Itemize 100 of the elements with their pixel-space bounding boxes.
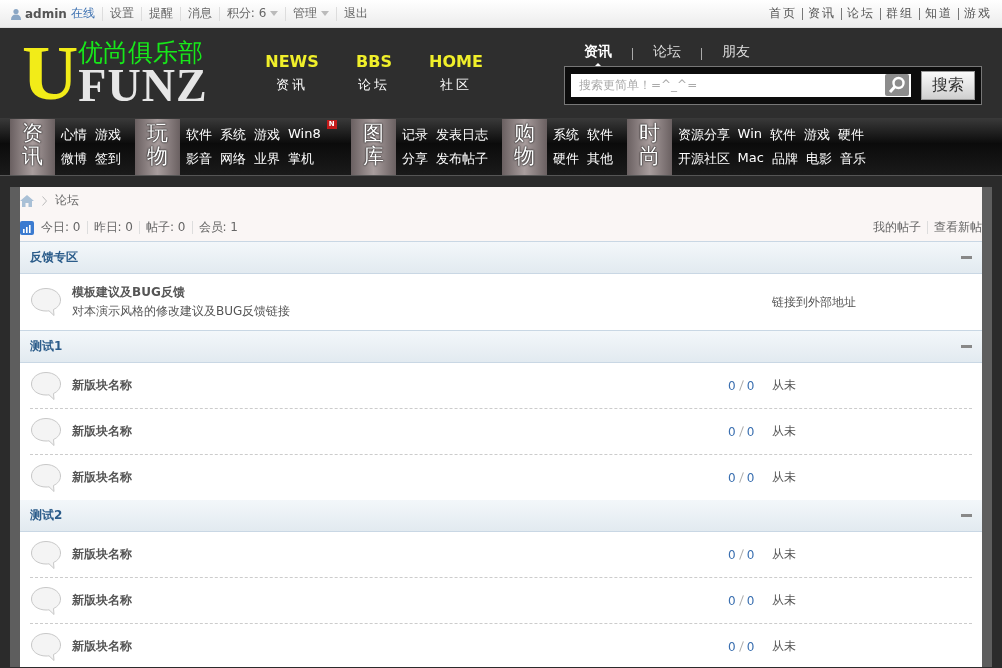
category-link[interactable]: 系统 (220, 125, 246, 144)
category-link[interactable]: 开源社区 (677, 149, 730, 168)
last-post: 从未 (772, 423, 797, 440)
category-link[interactable]: 记录 (401, 125, 428, 144)
category-link[interactable]: Win (737, 125, 762, 141)
category-link[interactable]: 发布帖子 (435, 149, 488, 168)
category-link[interactable]: 系统 (552, 125, 579, 144)
category-link[interactable]: 软件 (586, 125, 613, 144)
category-link[interactable]: 软件 (186, 125, 212, 144)
search-tab[interactable]: 论坛 (653, 41, 681, 66)
speech-bubble-icon (30, 631, 62, 662)
forum-name[interactable]: 新版块名称 (72, 469, 728, 486)
section-title[interactable]: 测试2 (30, 507, 63, 524)
category-link[interactable]: 微博 (61, 149, 87, 168)
home-icon[interactable] (20, 194, 34, 207)
main-nav-item[interactable]: HOME 社区 (431, 52, 481, 94)
speech-bubble-icon (30, 416, 62, 447)
speech-bubble-icon (30, 539, 62, 570)
category-link[interactable]: 品牌 (771, 149, 798, 168)
category-link[interactable]: 掌机 (288, 149, 314, 168)
category-link[interactable]: 游戏 (254, 125, 280, 144)
category-link[interactable]: Win8 (288, 125, 321, 141)
category-link[interactable]: 业界 (254, 149, 280, 168)
posts-link[interactable]: 查看新帖 (934, 219, 982, 236)
category-link[interactable]: 软件 (770, 125, 796, 144)
last-post: 从未 (772, 546, 797, 563)
thread-count: 0 (728, 639, 736, 654)
category-link[interactable]: 硬件 (838, 125, 864, 144)
thread-count: 0 (728, 547, 736, 562)
top-link[interactable]: 设置 (109, 5, 134, 22)
site-nav-link[interactable]: 首页 (769, 5, 797, 22)
forum-name[interactable]: 新版块名称 (72, 638, 728, 655)
site-nav-link[interactable]: 资讯 (808, 5, 836, 22)
category-link[interactable]: 游戏 (804, 125, 830, 144)
forum-name[interactable]: 新版块名称 (72, 546, 728, 563)
speech-bubble-icon (30, 370, 62, 401)
search-button[interactable]: 搜索 (921, 70, 975, 100)
speech-bubble-icon (30, 585, 62, 616)
site-nav-link[interactable]: 游戏 (964, 5, 992, 22)
category-link[interactable]: Mac (737, 149, 764, 165)
section-title[interactable]: 反馈专区 (30, 249, 78, 266)
user-icon (10, 7, 22, 20)
post-count: 0 (746, 378, 755, 393)
category-link[interactable]: 硬件 (552, 149, 579, 168)
breadcrumb-link[interactable]: 论坛 (55, 192, 79, 209)
search-field[interactable]: 搜索更简单！=^_^= (571, 73, 911, 97)
speech-bubble-icon (30, 287, 62, 317)
thread-count: 0 (728, 378, 736, 393)
category-link[interactable]: 其他 (586, 149, 613, 168)
category-link[interactable]: 心情 (61, 125, 87, 144)
external-link-note: 链接到外部地址 (772, 293, 857, 311)
last-post: 从未 (772, 592, 797, 609)
main-nav-item[interactable]: BBS 论坛 (349, 52, 399, 94)
forum-stat: 昨日: 0 (93, 219, 133, 236)
site-nav-link[interactable]: 群组 (886, 5, 914, 22)
last-post: 从未 (772, 638, 797, 655)
forum-name[interactable]: 新版块名称 (72, 592, 728, 609)
last-post: 从未 (772, 377, 797, 394)
category-link[interactable]: 电影 (805, 149, 832, 168)
main-nav-item[interactable]: NEWS 资讯 (267, 52, 317, 94)
forum-description: 对本演示风格的修改建议及BUG反馈链接 (72, 303, 292, 320)
top-link[interactable]: 积分: 6 (226, 5, 279, 22)
top-link[interactable]: 退出 (344, 5, 369, 22)
caret-icon (270, 11, 279, 16)
chevron-icon (42, 195, 47, 206)
section-title[interactable]: 测试1 (30, 338, 63, 355)
site-nav-link[interactable]: 论坛 (847, 5, 875, 22)
thread-count: 0 (728, 424, 736, 439)
category-link[interactable]: 网络 (220, 149, 246, 168)
thread-count: 0 (728, 593, 736, 608)
search-icon[interactable] (885, 74, 909, 96)
site-nav-link[interactable]: 知道 (925, 5, 953, 22)
category-link[interactable]: 分享 (401, 149, 428, 168)
search-tab[interactable]: 资讯 (584, 41, 612, 66)
category-link[interactable]: 签到 (95, 149, 121, 168)
post-count: 0 (746, 424, 755, 439)
category-link[interactable]: 音乐 (839, 149, 866, 168)
top-link[interactable]: 管理 (293, 5, 330, 22)
caret-icon (321, 11, 330, 16)
posts-link[interactable]: 我的帖子 (873, 219, 921, 236)
post-count: 0 (746, 470, 755, 485)
search-tab[interactable]: 朋友 (722, 41, 750, 66)
category-link[interactable]: 发表日志 (435, 125, 488, 144)
thread-count: 0 (728, 470, 736, 485)
post-count: 0 (746, 639, 755, 654)
category-link[interactable]: 影音 (186, 149, 212, 168)
forum-stat: 会员: 1 (198, 219, 238, 236)
forum-name[interactable]: 新版块名称 (72, 423, 728, 440)
category-link[interactable]: 资源分享 (677, 125, 730, 144)
username-link[interactable]: admin (25, 6, 67, 21)
speech-bubble-icon (30, 462, 62, 493)
top-link[interactable]: 提醒 (148, 5, 173, 22)
top-link[interactable]: 消息 (187, 5, 212, 22)
online-status: 在线 (70, 5, 95, 22)
post-count: 0 (746, 593, 755, 608)
forum-name[interactable]: 模板建议及BUG反馈 (72, 284, 772, 301)
post-count: 0 (746, 547, 755, 562)
forum-name[interactable]: 新版块名称 (72, 377, 728, 394)
last-post: 从未 (772, 469, 797, 486)
category-link[interactable]: 游戏 (95, 125, 121, 144)
